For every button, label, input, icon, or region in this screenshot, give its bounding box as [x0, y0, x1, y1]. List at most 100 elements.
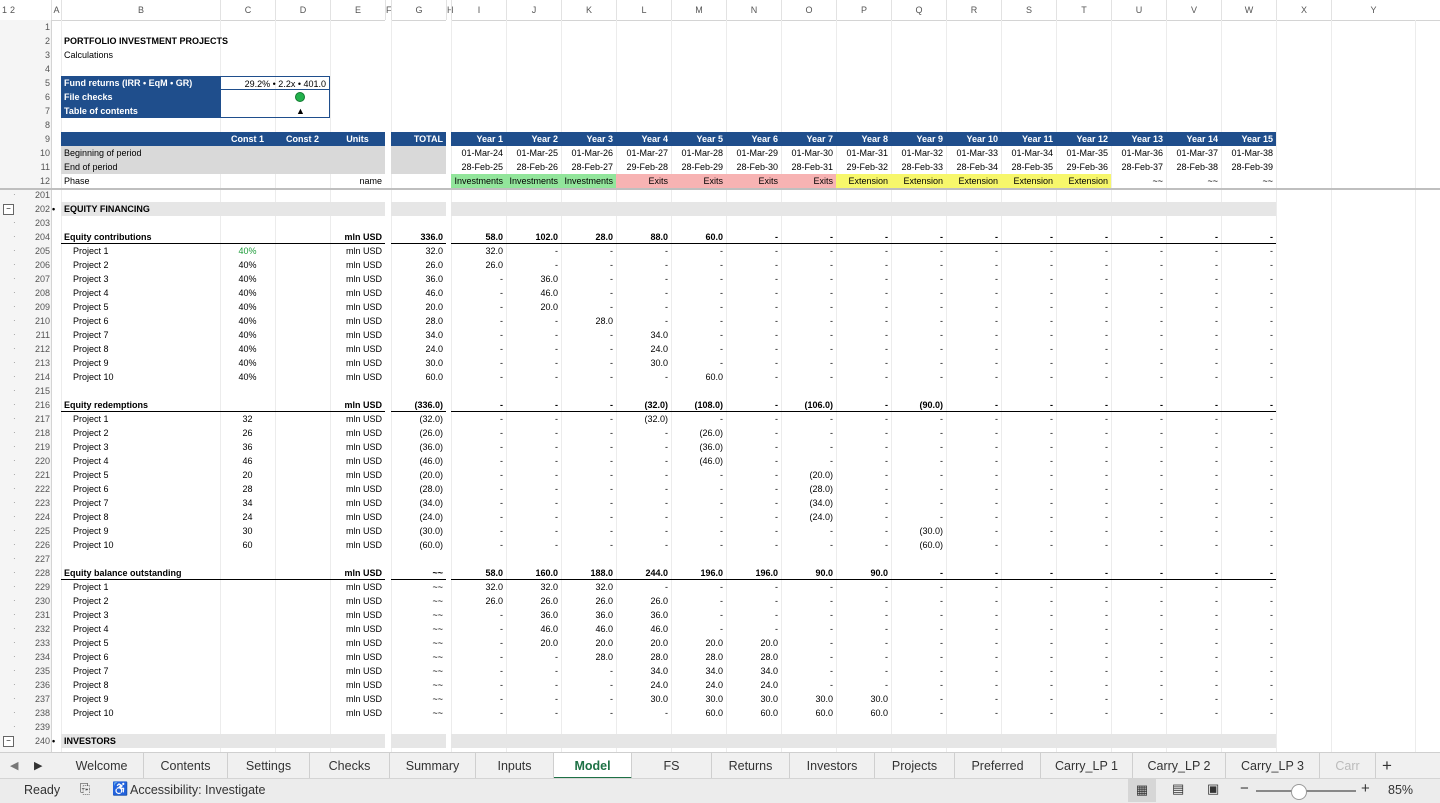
row-number[interactable]: 209	[20, 300, 50, 314]
sheet-tab-investors[interactable]: Investors	[790, 753, 875, 779]
row-number[interactable]: 204	[20, 230, 50, 244]
row-number[interactable]: 205	[20, 244, 50, 258]
sheet-tab-settings[interactable]: Settings	[228, 753, 310, 779]
column-header-x[interactable]: X	[1276, 0, 1331, 20]
row-number[interactable]: 202	[20, 202, 50, 216]
row-number[interactable]: 239	[20, 720, 50, 734]
row-number[interactable]: 234	[20, 650, 50, 664]
column-header-k[interactable]: K	[561, 0, 616, 20]
row-number[interactable]: 238	[20, 706, 50, 720]
column-header-v[interactable]: V	[1166, 0, 1221, 20]
fund-returns-value[interactable]: 29.2% • 2.2x • 401.0	[220, 76, 330, 90]
row-number[interactable]: 217	[20, 412, 50, 426]
column-header-a[interactable]: A	[51, 0, 61, 20]
row-number[interactable]: 207	[20, 272, 50, 286]
column-header-m[interactable]: M	[671, 0, 726, 20]
row-number[interactable]: 225	[20, 524, 50, 538]
sheet-tab-preferred[interactable]: Preferred	[955, 753, 1041, 779]
row-number[interactable]: 218	[20, 426, 50, 440]
page-break-view-icon[interactable]: ▣	[1207, 781, 1219, 797]
scroll-right-icon[interactable]: ▶	[34, 753, 42, 779]
sheet-tab-carry-lp-3[interactable]: Carry_LP 3	[1226, 753, 1320, 779]
row-number[interactable]: 221	[20, 468, 50, 482]
row-number[interactable]: 208	[20, 286, 50, 300]
row-number[interactable]: 231	[20, 608, 50, 622]
row-number[interactable]: 10	[20, 146, 50, 160]
row-number[interactable]: 215	[20, 384, 50, 398]
page-layout-view-icon[interactable]: ▤	[1172, 781, 1184, 797]
row-number[interactable]: 226	[20, 538, 50, 552]
column-header-i[interactable]: I	[451, 0, 506, 20]
row-number[interactable]: 228	[20, 566, 50, 580]
toc-link-cell[interactable]: ▲	[220, 104, 330, 118]
row-number[interactable]: 235	[20, 664, 50, 678]
sheet-tab-carry-lp-1[interactable]: Carry_LP 1	[1041, 753, 1133, 779]
row-number[interactable]: 240	[20, 734, 50, 748]
macro-icon[interactable]: ⎘	[80, 781, 90, 797]
scroll-left-icon[interactable]: ◀	[10, 753, 18, 779]
file-checks-cell[interactable]	[220, 90, 330, 104]
outline-level-2[interactable]: 2	[10, 5, 15, 15]
row-number[interactable]: 212	[20, 342, 50, 356]
row-number[interactable]: 219	[20, 440, 50, 454]
accessibility-status[interactable]: Accessibility: Investigate	[130, 783, 265, 797]
sheet-tab-contents[interactable]: Contents	[144, 753, 228, 779]
row-number[interactable]: 6	[20, 90, 50, 104]
row-number[interactable]: 4	[20, 62, 50, 76]
column-header-q[interactable]: Q	[891, 0, 946, 20]
row-number[interactable]: 11	[20, 160, 50, 174]
row-number[interactable]: 3	[20, 48, 50, 62]
column-header-y[interactable]: Y	[1331, 0, 1415, 20]
outline-level-1[interactable]: 1	[2, 5, 7, 15]
zoom-level[interactable]: 85%	[1388, 783, 1413, 797]
row-number[interactable]: 229	[20, 580, 50, 594]
row-number[interactable]: 206	[20, 258, 50, 272]
row-number[interactable]: 210	[20, 314, 50, 328]
column-header-n[interactable]: N	[726, 0, 781, 20]
column-header-g[interactable]: G	[391, 0, 446, 20]
zoom-out-icon[interactable]: −	[1240, 780, 1249, 797]
column-header-c[interactable]: C	[220, 0, 275, 20]
row-number[interactable]: 211	[20, 328, 50, 342]
column-header-d[interactable]: D	[275, 0, 330, 20]
sheet-tab-model[interactable]: Model	[554, 753, 632, 779]
outline-level-buttons[interactable]: 12	[2, 0, 18, 20]
spreadsheet-grid[interactable]: 1 2 PORTFOLIO INVESTMENT PROJECTS 3 Calculat…	[0, 20, 1440, 752]
column-header-w[interactable]: W	[1221, 0, 1276, 20]
row-number[interactable]: 2	[20, 34, 50, 48]
row-number[interactable]: 237	[20, 692, 50, 706]
normal-view-icon[interactable]: ▦	[1128, 779, 1156, 802]
row-number[interactable]: 236	[20, 678, 50, 692]
row-number[interactable]: 201	[20, 188, 50, 202]
row-number[interactable]: 222	[20, 482, 50, 496]
column-header-e[interactable]: E	[330, 0, 385, 20]
row-number[interactable]: 230	[20, 594, 50, 608]
row-number[interactable]: 8	[20, 118, 50, 132]
row-number[interactable]: 1	[20, 20, 50, 34]
row-number[interactable]: 216	[20, 398, 50, 412]
sheet-tab-welcome[interactable]: Welcome	[60, 753, 144, 779]
zoom-in-icon[interactable]: +	[1361, 780, 1370, 797]
row-number[interactable]: 220	[20, 454, 50, 468]
column-header-s[interactable]: S	[1001, 0, 1056, 20]
add-sheet-icon[interactable]: +	[1382, 753, 1392, 779]
collapse-group-icon[interactable]: −	[3, 736, 14, 747]
column-header-o[interactable]: O	[781, 0, 836, 20]
accessibility-icon[interactable]: ♿	[112, 781, 128, 797]
row-number[interactable]: 214	[20, 370, 50, 384]
column-header-u[interactable]: U	[1111, 0, 1166, 20]
row-number[interactable]: 213	[20, 356, 50, 370]
column-header-l[interactable]: L	[616, 0, 671, 20]
row-number[interactable]: 5	[20, 76, 50, 90]
sheet-tab-carr[interactable]: Carr	[1320, 753, 1376, 779]
column-header-t[interactable]: T	[1056, 0, 1111, 20]
row-number[interactable]: 9	[20, 132, 50, 146]
row-number[interactable]: 223	[20, 496, 50, 510]
sheet-tab-inputs[interactable]: Inputs	[476, 753, 554, 779]
sheet-tab-fs[interactable]: FS	[632, 753, 712, 779]
zoom-slider-thumb[interactable]	[1291, 784, 1307, 800]
row-number[interactable]: 224	[20, 510, 50, 524]
column-header-p[interactable]: P	[836, 0, 891, 20]
row-number[interactable]: 12	[20, 174, 50, 188]
column-header-r[interactable]: R	[946, 0, 1001, 20]
